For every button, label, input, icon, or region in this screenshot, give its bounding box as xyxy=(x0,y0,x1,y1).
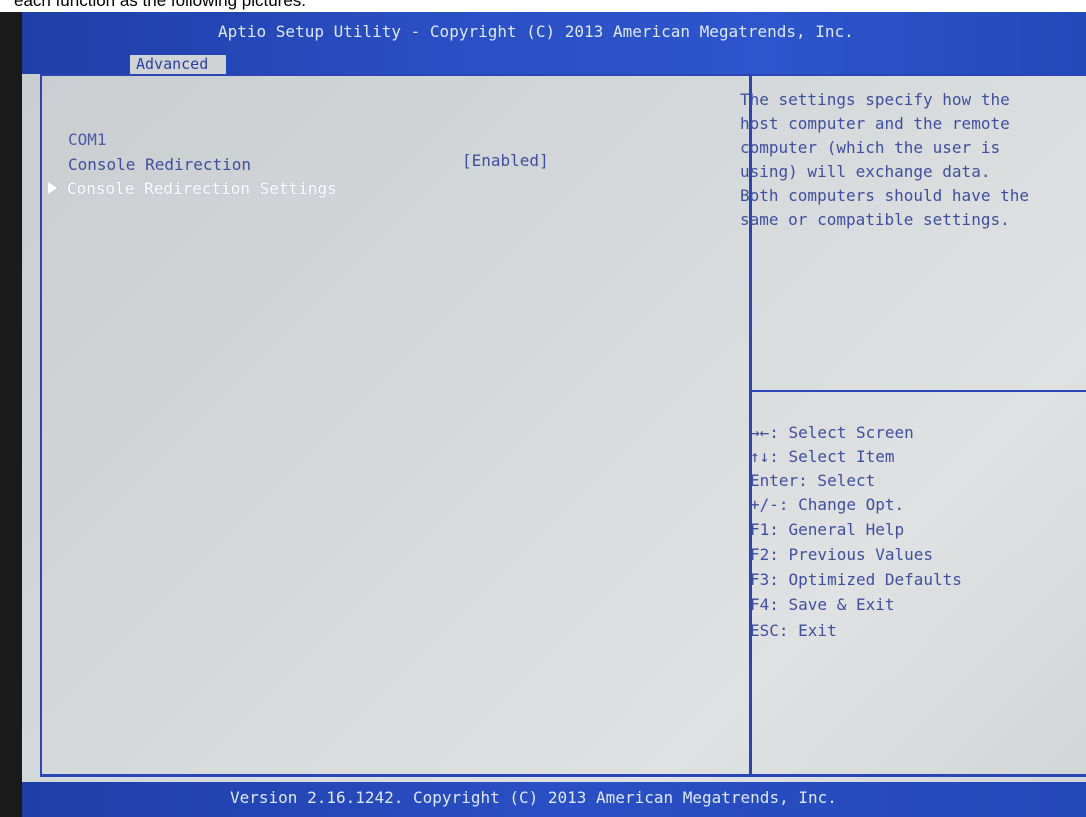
key-hint-select-item: ↑↓: Select Item xyxy=(750,447,895,466)
section-heading-com1: COM1 xyxy=(68,130,107,149)
key-hint-previous-values: F2: Previous Values xyxy=(750,545,934,564)
help-divider xyxy=(752,390,1086,392)
key-hint-esc-exit: ESC: Exit xyxy=(750,621,837,640)
console-redirection-label[interactable]: Console Redirection xyxy=(68,155,251,174)
console-redirection-value[interactable]: [Enabled] xyxy=(462,151,549,170)
document-caption: each function as the following pictures. xyxy=(0,0,1086,12)
help-text-line: computer (which the user is xyxy=(740,138,1001,157)
console-redirection-settings-item[interactable]: Console Redirection Settings xyxy=(48,179,337,198)
key-hint-select-screen: →←: Select Screen xyxy=(750,423,914,442)
submenu-label: Console Redirection Settings xyxy=(67,179,337,198)
help-text-line: same or compatible settings. xyxy=(740,210,1010,229)
key-hint-general-help: F1: General Help xyxy=(750,520,905,539)
caption-text: each function as the following pictures. xyxy=(14,0,307,10)
bios-title: Aptio Setup Utility - Copyright (C) 2013… xyxy=(218,22,854,41)
help-text-line: Both computers should have the xyxy=(740,186,1029,205)
key-hint-optimized-defaults: F3: Optimized Defaults xyxy=(750,570,962,589)
submenu-arrow-icon xyxy=(48,182,57,194)
help-text-line: host computer and the remote xyxy=(740,114,1010,133)
tab-advanced[interactable]: Advanced xyxy=(130,55,226,74)
key-hint-save-exit: F4: Save & Exit xyxy=(750,595,895,614)
key-hint-enter: Enter: Select xyxy=(750,471,876,490)
footer-version-text: Version 2.16.1242. Copyright (C) 2013 Am… xyxy=(230,788,837,807)
bottom-border xyxy=(40,774,1086,777)
help-text-line: The settings specify how the xyxy=(740,90,1010,109)
help-text-line: using) will exchange data. xyxy=(740,162,991,181)
key-hint-change-opt: +/-: Change Opt. xyxy=(750,495,905,514)
bios-screen: Aptio Setup Utility - Copyright (C) 2013… xyxy=(22,12,1086,817)
